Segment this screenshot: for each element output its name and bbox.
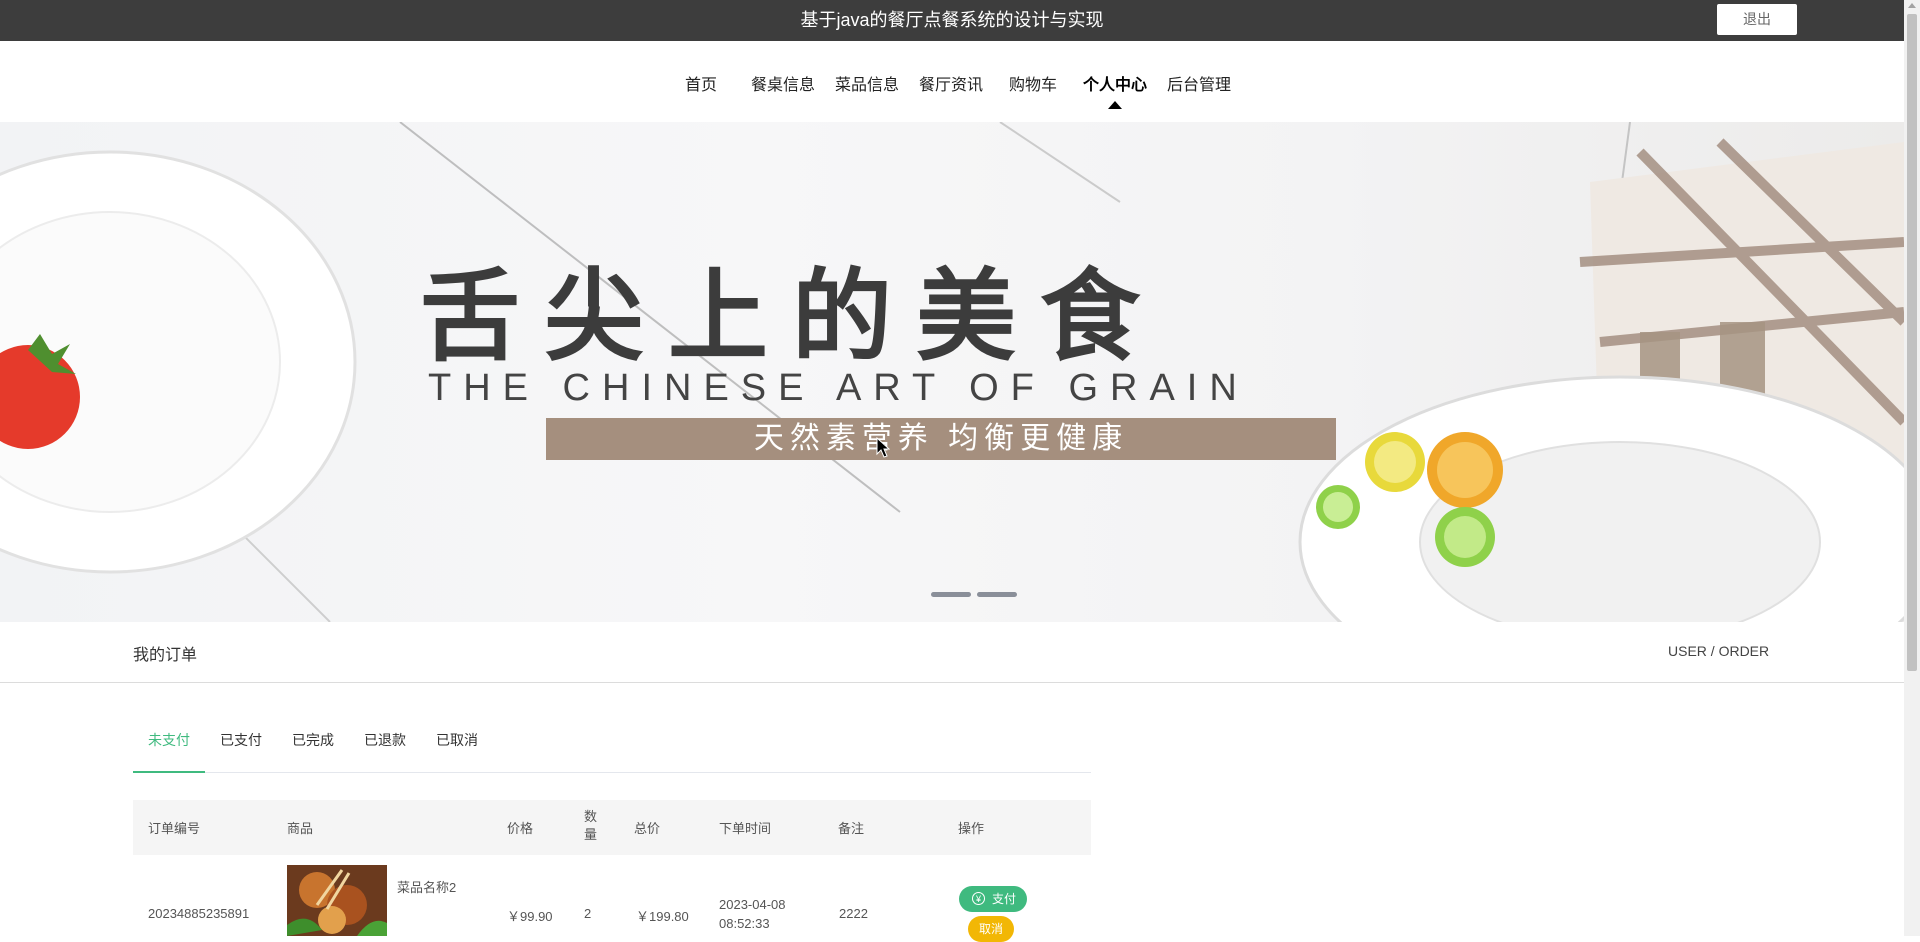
product-price: ￥99.90 xyxy=(507,909,553,924)
product-thumbnail[interactable] xyxy=(287,865,387,936)
column-header-price: 价格 xyxy=(507,821,534,836)
page-scrollbar[interactable] xyxy=(1904,0,1920,936)
order-table-header: 订单编号 商品 价格 数 量 总价 下单时间 备注 操作 xyxy=(133,800,1091,855)
active-nav-indicator-icon xyxy=(1108,101,1122,109)
column-header-product: 商品 xyxy=(287,821,314,836)
site-title: 基于java的餐厅点餐系统的设计与实现 xyxy=(800,10,1104,30)
logout-button[interactable]: 退出 xyxy=(1717,4,1797,35)
mouse-cursor-icon xyxy=(876,437,890,458)
order-total: ￥199.80 xyxy=(636,909,689,924)
tab-refunded[interactable]: 已退款 xyxy=(364,725,406,771)
cancel-order-button[interactable]: 取消 xyxy=(968,916,1014,942)
tab-paid[interactable]: 已支付 xyxy=(220,725,262,771)
yen-icon: ¥ xyxy=(972,892,985,905)
column-header-order-time: 下单时间 xyxy=(719,821,772,836)
carousel-dot-2[interactable] xyxy=(977,592,1017,597)
order-time: 08:52:33 xyxy=(719,916,770,931)
tab-unpaid[interactable]: 未支付 xyxy=(133,725,205,773)
section-header: 我的订单 USER / ORDER xyxy=(0,622,1904,683)
order-status-tabs: 未支付 已支付 已完成 已退款 已取消 xyxy=(133,725,1091,773)
product-name[interactable]: 菜品名称2 xyxy=(397,877,456,896)
pay-button-label: 支付 xyxy=(992,892,1017,906)
pay-button[interactable]: ¥ 支付 xyxy=(959,886,1027,912)
tab-cancelled[interactable]: 已取消 xyxy=(436,725,478,771)
breadcrumb: USER / ORDER xyxy=(1668,643,1770,659)
nav-item-tables[interactable]: 餐桌信息 xyxy=(751,71,815,95)
column-header-quantity: 数 量 xyxy=(584,809,598,842)
order-remark: 2222 xyxy=(839,906,868,921)
banner-tagline: 天然素营养 均衡更健康 xyxy=(753,422,1129,455)
scrollbar-thumb[interactable] xyxy=(1907,14,1917,671)
scroll-up-arrow-icon[interactable] xyxy=(1908,3,1916,8)
nav-item-admin[interactable]: 后台管理 xyxy=(1167,71,1231,95)
column-header-actions: 操作 xyxy=(958,821,985,836)
order-number: 20234885235891 xyxy=(148,906,250,921)
banner-subtitle: THE CHINESE ART OF GRAIN xyxy=(428,367,1249,409)
nav-item-home[interactable]: 首页 xyxy=(685,71,717,95)
banner-carousel[interactable]: 舌尖上的美食 THE CHINESE ART OF GRAIN 天然素营养 均衡… xyxy=(0,122,1904,622)
tab-completed[interactable]: 已完成 xyxy=(292,725,334,771)
top-bar: 基于java的餐厅点餐系统的设计与实现 退出 xyxy=(0,0,1904,41)
nav-item-news[interactable]: 餐厅资讯 xyxy=(919,71,983,95)
nav-item-cart[interactable]: 购物车 xyxy=(1009,71,1057,95)
column-header-order-no: 订单编号 xyxy=(148,821,201,836)
banner-headline: 舌尖上的美食 xyxy=(420,258,1164,375)
main-nav: 首页 餐桌信息 菜品信息 餐厅资讯 购物车 个人中心 后台管理 xyxy=(0,41,1904,122)
product-quantity: 2 xyxy=(584,906,592,921)
carousel-dot-1[interactable] xyxy=(931,592,971,597)
nav-item-user-center[interactable]: 个人中心 xyxy=(1083,71,1147,95)
column-header-total: 总价 xyxy=(634,821,661,836)
nav-item-dishes[interactable]: 菜品信息 xyxy=(835,71,899,95)
order-date: 2023-04-08 xyxy=(719,897,786,912)
section-title: 我的订单 xyxy=(133,647,198,664)
column-header-remark: 备注 xyxy=(838,821,865,836)
